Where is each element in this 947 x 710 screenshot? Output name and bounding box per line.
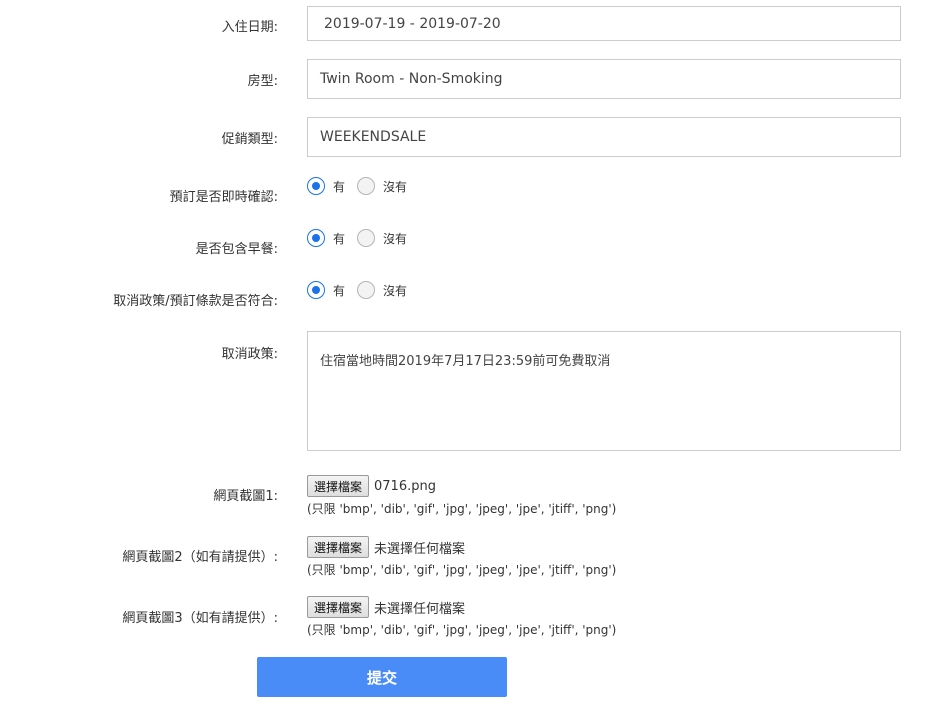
promo-type-label: 促銷類型:	[221, 132, 278, 147]
checkin-date-field[interactable]: 2019-07-19 - 2019-07-20	[307, 6, 901, 41]
instant-confirm-radio-group: 有 沒有	[307, 177, 419, 195]
cancel-match-no-label: 沒有	[383, 283, 408, 298]
room-type-field[interactable]: Twin Room - Non-Smoking	[307, 59, 901, 99]
screenshot2-file-input: 選擇檔案 未選擇任何檔案	[307, 536, 465, 558]
submit-button[interactable]: 提交	[257, 657, 507, 697]
promo-type-value: WEEKENDSALE	[320, 129, 427, 145]
instant-confirm-no-label: 沒有	[383, 179, 408, 194]
instant-confirm-yes-label: 有	[333, 179, 346, 194]
breakfast-yes-radio[interactable]	[307, 229, 325, 247]
screenshot1-choose-file-button[interactable]: 選擇檔案	[307, 475, 370, 497]
screenshot3-label: 網頁截圖3（如有請提供）:	[122, 611, 278, 626]
room-type-value: Twin Room - Non-Smoking	[320, 71, 503, 87]
checkin-label: 入住日期:	[221, 20, 278, 35]
room-type-label: 房型:	[247, 74, 278, 89]
instant-confirm-label: 預訂是否即時確認:	[169, 190, 278, 205]
breakfast-radio-group: 有 沒有	[307, 229, 419, 247]
cancel-match-yes-label: 有	[333, 283, 346, 298]
screenshot3-file-name: 未選擇任何檔案	[374, 601, 466, 617]
screenshot2-hint: (只限 'bmp', 'dib', 'gif', 'jpg', 'jpeg', …	[307, 563, 617, 577]
screenshot2-choose-file-button[interactable]: 選擇檔案	[307, 536, 370, 558]
cancel-policy-textarea[interactable]: 住宿當地時間2019年7月17日23:59前可免費取消	[307, 331, 901, 451]
breakfast-label: 是否包含早餐:	[195, 242, 278, 257]
checkin-date-value: 2019-07-19 - 2019-07-20	[324, 15, 501, 32]
screenshot2-label: 網頁截圖2（如有請提供）:	[122, 550, 278, 565]
cancel-match-label: 取消政策/預訂條款是否符合:	[113, 294, 278, 309]
breakfast-yes-label: 有	[333, 231, 346, 246]
screenshot3-file-input: 選擇檔案 未選擇任何檔案	[307, 596, 465, 618]
screenshot1-file-name: 0716.png	[374, 478, 436, 494]
screenshot2-file-name: 未選擇任何檔案	[374, 541, 466, 557]
promo-type-field[interactable]: WEEKENDSALE	[307, 117, 901, 157]
cancel-policy-label: 取消政策:	[221, 347, 278, 362]
cancel-match-yes-radio[interactable]	[307, 281, 325, 299]
screenshot1-label: 網頁截圖1:	[213, 489, 278, 504]
breakfast-no-label: 沒有	[383, 231, 408, 246]
cancel-policy-value: 住宿當地時間2019年7月17日23:59前可免費取消	[320, 354, 611, 369]
instant-confirm-yes-radio[interactable]	[307, 177, 325, 195]
screenshot3-hint: (只限 'bmp', 'dib', 'gif', 'jpg', 'jpeg', …	[307, 623, 617, 637]
screenshot1-hint: (只限 'bmp', 'dib', 'gif', 'jpg', 'jpeg', …	[307, 502, 617, 516]
screenshot1-file-input: 選擇檔案 0716.png	[307, 475, 436, 497]
instant-confirm-no-radio[interactable]	[357, 177, 376, 195]
cancel-match-no-radio[interactable]	[357, 281, 376, 299]
breakfast-no-radio[interactable]	[357, 229, 376, 247]
screenshot3-choose-file-button[interactable]: 選擇檔案	[307, 596, 370, 618]
cancel-match-radio-group: 有 沒有	[307, 281, 419, 299]
